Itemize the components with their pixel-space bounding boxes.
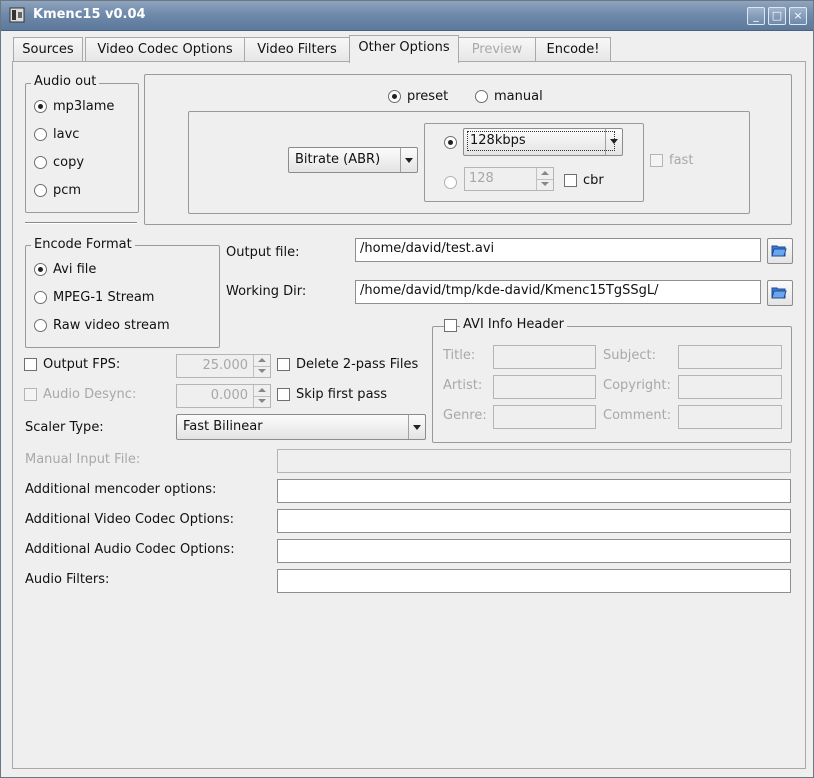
output-file-input[interactable]: /home/david/test.avi [355,238,761,262]
raw-video-radio[interactable] [34,319,47,332]
mpeg1-stream-radio[interactable] [34,291,47,304]
folder-open-icon [771,287,787,299]
window-title: Kmenc15 v0.04 [33,7,146,22]
title-field-input[interactable] [493,345,596,369]
audio-out-title: Audio out [31,74,100,89]
mpeg1-stream-label: MPEG-1 Stream [53,290,155,305]
pcm-radio[interactable] [34,184,47,197]
audio-desync-checkbox[interactable] [24,388,37,401]
subject-field-input[interactable] [678,345,782,369]
subject-field-label: Subject: [603,348,656,363]
copy-radio[interactable] [34,156,47,169]
delete-2pass-label: Delete 2-pass Files [296,357,419,372]
minimize-button[interactable]: _ [747,7,765,25]
tab-video-codec-options[interactable]: Video Codec Options [85,37,245,62]
manual-label: manual [494,89,543,104]
tab-sources[interactable]: Sources [13,37,83,62]
copy-label: copy [53,155,85,170]
genre-field-label: Genre: [443,408,487,423]
lavc-label: lavc [53,127,80,142]
audio-codec-options-label: Additional Audio Codec Options: [25,542,235,557]
copyright-field-label: Copyright: [603,378,671,393]
output-file-label: Output file: [226,245,300,260]
encode-format-title: Encode Format [31,237,135,252]
delete-2pass-checkbox[interactable] [277,358,290,371]
bitrate-preset-combo[interactable]: 128kbps [463,128,623,156]
audio-filters-input[interactable] [277,569,791,593]
skip-first-pass-label: Skip first pass [296,387,388,402]
skip-first-pass-checkbox[interactable] [277,388,290,401]
raw-video-label: Raw video stream [53,318,170,333]
cbr-checkbox[interactable] [564,174,577,187]
avi-info-checkbox[interactable] [444,319,457,332]
audio-desync-spinbox[interactable]: 0.000 [176,384,271,408]
bitrate-custom-radio[interactable] [444,176,457,189]
mencoder-options-input[interactable] [277,479,791,503]
bitrate-preset-radio[interactable] [444,136,457,149]
output-fps-spinbox[interactable]: 25.000 [176,354,271,378]
audio-desync-label: Audio Desync: [43,387,137,402]
mencoder-options-label: Additional mencoder options: [25,482,217,497]
comment-field-label: Comment: [603,408,672,423]
tab-preview[interactable]: Preview [458,37,536,62]
video-codec-options-label: Additional Video Codec Options: [25,512,235,527]
tab-video-filters[interactable]: Video Filters [244,37,350,62]
artist-field-input[interactable] [493,375,596,399]
tab-encode[interactable]: Encode! [535,37,611,62]
avi-file-label: Avi file [53,262,97,277]
audio-codec-options-input[interactable] [277,539,791,563]
bitrate-mode-combo[interactable]: Bitrate (ABR) [288,147,418,173]
output-fps-label: Output FPS: [43,357,121,372]
fast-label: fast [669,153,694,168]
folder-open-icon [771,245,787,257]
avi-file-radio[interactable] [34,263,47,276]
tab-other-options[interactable]: Other Options [349,35,459,63]
pcm-label: pcm [53,183,82,198]
cbr-label: cbr [583,173,604,188]
output-file-browse-button[interactable] [767,238,793,264]
title-bar[interactable]: Kmenc15 v0.04 _ □ × [1,1,813,31]
working-dir-label: Working Dir: [226,284,307,299]
audio-filters-label: Audio Filters: [25,572,110,587]
manual-input-label: Manual Input File: [25,452,141,467]
app-icon [9,7,25,23]
copyright-field-input[interactable] [678,375,782,399]
video-codec-options-input[interactable] [277,509,791,533]
preset-radio[interactable] [388,90,401,103]
genre-field-input[interactable] [493,405,596,429]
output-fps-checkbox[interactable] [24,358,37,371]
lavc-radio[interactable] [34,128,47,141]
main-window: Kmenc15 v0.04 _ □ × Sources Video Codec … [0,0,814,778]
maximize-button[interactable]: □ [768,7,786,25]
avi-info-title: AVI Info Header [460,317,567,332]
bitrate-spinbox[interactable]: 128 [464,167,554,191]
comment-field-input[interactable] [678,405,782,429]
preset-label: preset [407,89,449,104]
scaler-type-label: Scaler Type: [25,420,104,435]
working-dir-input[interactable]: /home/david/tmp/kde-david/Kmenc15TgSSgL/ [355,280,761,304]
artist-field-label: Artist: [443,378,483,393]
separator [25,222,137,224]
scaler-type-combo[interactable]: Fast Bilinear [176,414,426,440]
mp3lame-label: mp3lame [53,99,115,114]
working-dir-browse-button[interactable] [767,280,793,306]
manual-radio[interactable] [475,90,488,103]
close-button[interactable]: × [789,7,807,25]
mp3lame-radio[interactable] [34,100,47,113]
title-field-label: Title: [443,348,476,363]
fast-checkbox[interactable] [650,154,663,167]
manual-input-field[interactable] [277,449,791,473]
